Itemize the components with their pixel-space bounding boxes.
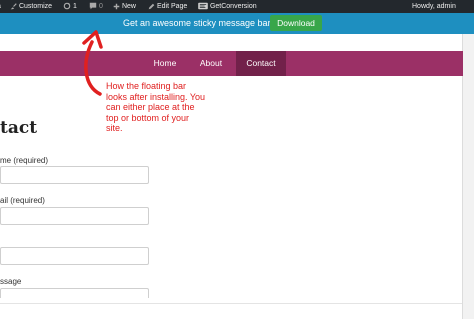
new-label: New [121,3,136,10]
updates-link[interactable]: 1 [63,2,77,11]
email-field-label: ail (required) [0,196,45,205]
nav-item-about[interactable]: About [193,51,229,76]
email-field[interactable] [0,207,149,225]
edit-page-link[interactable]: Edit Page [148,2,187,11]
message-field-label: ssage [0,277,22,286]
menu-truncated-text: a [0,3,1,10]
nav-item-contact[interactable]: Contact [236,51,286,76]
comment-icon [89,2,97,10]
message-text: Get an awesome sticky message bar! [123,18,274,28]
updates-count: 1 [72,3,77,10]
getconversion-label: GetConversion [209,3,257,10]
customize-label: Customize [18,3,53,10]
comments-link[interactable]: 0 [89,2,103,11]
message-field[interactable] [0,288,149,298]
plus-icon [113,3,120,10]
main-navigation: Home About Contact [0,51,463,76]
edit-page-label: Edit Page [156,3,188,10]
pencil-icon [148,3,155,10]
account-menu[interactable]: Howdy, admin [412,2,456,11]
page-title: tact [0,118,38,138]
getconversion-logo-icon [198,2,208,10]
customize-link[interactable]: Customize [10,2,52,11]
sticky-message-bar: Get an awesome sticky message bar! Downl… [0,13,474,34]
curved-arrow-icon [82,30,103,96]
name-field-label: me (required) [0,156,49,165]
new-link[interactable]: New [113,2,136,11]
admin-bar: a Customize 1 0 New Edit Page GetConvers… [0,0,474,13]
brush-icon [10,2,17,10]
admin-bar-item-truncated[interactable]: a [0,2,1,11]
subject-field[interactable] [0,247,149,265]
updates-icon [63,2,71,10]
comments-count: 0 [98,3,103,10]
page-edge [462,34,474,319]
nav-item-home[interactable]: Home [148,51,182,76]
annotation-note: How the floating bar looks after install… [106,81,206,133]
getconversion-link[interactable]: GetConversion [198,2,257,11]
download-button[interactable]: Download [270,15,322,31]
content-bottom-divider [0,303,462,304]
greeting-text: Howdy, admin [412,3,456,10]
name-field[interactable] [0,166,149,184]
